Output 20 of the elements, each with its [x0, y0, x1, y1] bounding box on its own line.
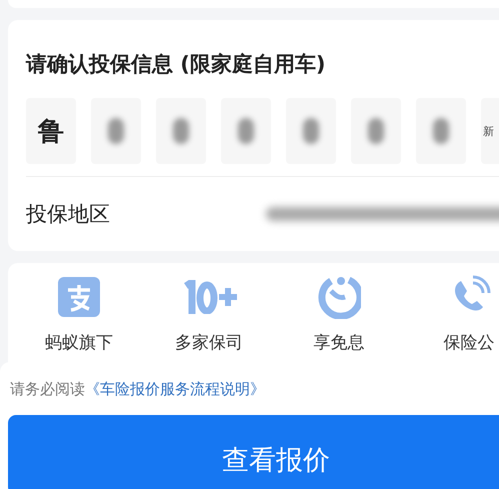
feature-label: 蚂蚁旗下 [45, 332, 113, 354]
card-title: 请确认投保信息 (限家庭自用车) [26, 51, 327, 78]
terms-link[interactable]: 《车险报价服务流程说明》 [85, 380, 265, 398]
alipay-icon [58, 277, 100, 317]
feature-label: 享免息 [314, 332, 364, 354]
plate-character-field[interactable] [416, 98, 466, 164]
plate-character-field[interactable] [286, 98, 336, 164]
plate-character-field[interactable] [91, 98, 141, 164]
feature-label: 保险公 [444, 332, 494, 354]
plate-province-field[interactable]: 鲁 [26, 98, 76, 164]
feature-label: 多家保司 [175, 332, 243, 354]
plate-character-field[interactable] [156, 98, 206, 164]
view-quote-button[interactable]: 查看报价 [8, 415, 499, 489]
region-label: 投保地区 [26, 201, 111, 228]
badge-icon [317, 275, 361, 319]
plate-character-field[interactable] [351, 98, 401, 164]
plate-character-field[interactable] [221, 98, 271, 164]
new-energy-field[interactable]: 新 [481, 98, 499, 164]
region-value[interactable] [266, 207, 499, 221]
notice-text: 请务必阅读《车险报价服务流程说明》 [9, 380, 266, 399]
